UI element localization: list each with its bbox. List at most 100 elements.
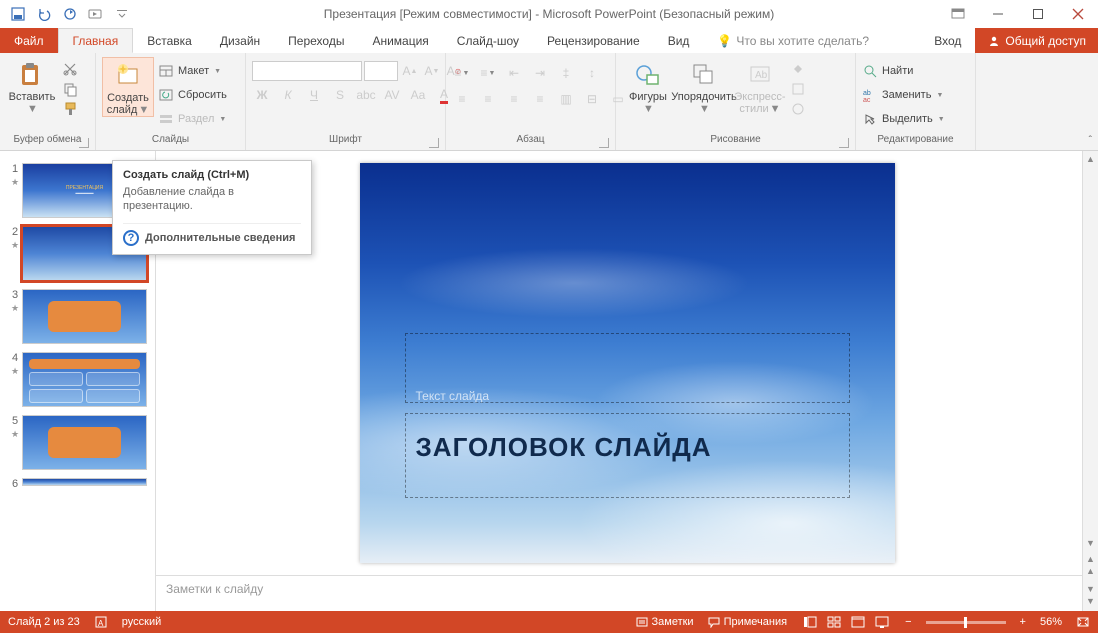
zoom-out-button[interactable]: − xyxy=(905,616,911,628)
tab-design[interactable]: Дизайн xyxy=(206,28,274,53)
text-direction-icon[interactable]: ↕ xyxy=(582,63,602,83)
layout-button[interactable]: Макет▼ xyxy=(158,61,227,81)
start-from-beginning-icon[interactable] xyxy=(88,6,104,22)
status-language[interactable]: русский xyxy=(122,616,161,628)
cut-icon[interactable] xyxy=(62,61,78,77)
shape-outline-icon[interactable] xyxy=(790,81,806,97)
thumbnail-5[interactable]: 5★ xyxy=(0,413,155,476)
tooltip-more-link[interactable]: ? Дополнительные сведения xyxy=(123,223,301,246)
tab-transitions[interactable]: Переходы xyxy=(274,28,358,53)
tab-review[interactable]: Рецензирование xyxy=(533,28,654,53)
thumbnail-6[interactable]: 6 xyxy=(0,476,155,496)
minimize-button[interactable] xyxy=(978,0,1018,28)
ribbon-display-options-icon[interactable] xyxy=(938,0,978,28)
columns-icon[interactable]: ▥ xyxy=(556,89,576,109)
tab-view[interactable]: Вид xyxy=(654,28,704,53)
indent-dec-icon[interactable]: ⇤ xyxy=(504,63,524,83)
select-button[interactable]: Выделить▼ xyxy=(862,109,945,129)
arrange-button[interactable]: Упорядочить▼ xyxy=(678,57,730,115)
status-spellcheck-icon[interactable]: A xyxy=(94,615,108,629)
normal-view-icon[interactable] xyxy=(801,614,819,630)
prev-slide-icon2[interactable]: ▲ xyxy=(1086,563,1095,579)
font-size-box[interactable] xyxy=(364,61,398,81)
align-left-icon[interactable]: ≡ xyxy=(452,89,472,109)
zoom-in-button[interactable]: + xyxy=(1020,616,1026,628)
justify-icon[interactable]: ≡ xyxy=(530,89,550,109)
dialog-launcher-icon[interactable] xyxy=(839,138,849,148)
shape-effects-icon[interactable] xyxy=(790,101,806,117)
redo-icon[interactable] xyxy=(62,6,78,22)
notes-pane[interactable]: Заметки к слайду xyxy=(156,575,1098,611)
format-painter-icon[interactable] xyxy=(62,101,78,117)
shadow-icon[interactable]: abc xyxy=(356,85,376,105)
italic-icon[interactable]: К xyxy=(278,85,298,105)
collapse-ribbon-icon[interactable]: ˆ xyxy=(1089,135,1092,146)
dialog-launcher-icon[interactable] xyxy=(429,138,439,148)
scroll-down-icon[interactable]: ▼ xyxy=(1083,535,1098,551)
spacing-icon[interactable]: AV xyxy=(382,85,402,105)
status-comments-button[interactable]: Примечания xyxy=(708,616,788,628)
window-title: Презентация [Режим совместимости] - Micr… xyxy=(324,7,774,21)
signin-button[interactable]: Вход xyxy=(920,28,975,53)
thumbnail-4[interactable]: 4★ xyxy=(0,350,155,413)
save-icon[interactable] xyxy=(10,6,26,22)
increase-font-icon[interactable]: A▲ xyxy=(400,61,420,81)
zoom-level[interactable]: 56% xyxy=(1040,616,1062,628)
dialog-launcher-icon[interactable] xyxy=(79,138,89,148)
underline-icon[interactable]: Ч xyxy=(304,85,324,105)
title-placeholder[interactable]: ЗАГОЛОВОК СЛАЙДА xyxy=(405,413,850,498)
close-button[interactable] xyxy=(1058,0,1098,28)
tell-me-box[interactable]: 💡Что вы хотите сделать? xyxy=(703,28,883,53)
strike-icon[interactable]: S xyxy=(330,85,350,105)
replace-button[interactable]: abacЗаменить▼ xyxy=(862,85,945,105)
slideshow-view-icon[interactable] xyxy=(873,614,891,630)
fit-to-window-icon[interactable] xyxy=(1076,616,1090,628)
bullets-icon[interactable]: ≡▼ xyxy=(452,63,472,83)
section-label: Раздел xyxy=(178,113,214,125)
section-button[interactable]: Раздел▼ xyxy=(158,109,227,129)
copy-icon[interactable] xyxy=(62,81,78,97)
share-button[interactable]: Общий доступ xyxy=(975,28,1098,53)
shapes-button[interactable]: Фигуры▼ xyxy=(622,57,674,115)
zoom-thumb[interactable] xyxy=(964,617,967,628)
slide[interactable]: Текст слайда ЗАГОЛОВОК СЛАЙДА xyxy=(360,163,895,563)
font-name-box[interactable] xyxy=(252,61,362,81)
qat-customize-icon[interactable] xyxy=(114,6,130,22)
reading-view-icon[interactable] xyxy=(849,614,867,630)
tab-file[interactable]: Файл xyxy=(0,28,58,53)
status-slide-number[interactable]: Слайд 2 из 23 xyxy=(8,616,80,628)
paste-label: Вставить xyxy=(9,91,56,103)
sorter-view-icon[interactable] xyxy=(825,614,843,630)
quick-styles-button[interactable]: Ab Экспресс- стили▼ xyxy=(734,57,786,115)
next-slide-icon2[interactable]: ▼ xyxy=(1086,593,1095,609)
vertical-scrollbar[interactable]: ▲ ▼ ▲ ▲ ▼ ▼ xyxy=(1082,151,1098,611)
indent-inc-icon[interactable]: ⇥ xyxy=(530,63,550,83)
thumbnail-3[interactable]: 3★ xyxy=(0,287,155,350)
align-right-icon[interactable]: ≡ xyxy=(504,89,524,109)
change-case-icon[interactable]: Aa xyxy=(408,85,428,105)
undo-icon[interactable] xyxy=(36,6,52,22)
bold-icon[interactable]: Ж xyxy=(252,85,272,105)
align-text-icon[interactable]: ⊟ xyxy=(582,89,602,109)
maximize-button[interactable] xyxy=(1018,0,1058,28)
tab-insert[interactable]: Вставка xyxy=(133,28,206,53)
scroll-up-icon[interactable]: ▲ xyxy=(1083,151,1098,167)
status-notes-button[interactable]: Заметки xyxy=(636,616,694,628)
decrease-font-icon[interactable]: A▼ xyxy=(422,61,442,81)
title-text: ЗАГОЛОВОК СЛАЙДА xyxy=(416,432,712,462)
tab-animation[interactable]: Анимация xyxy=(358,28,442,53)
svg-text:ac: ac xyxy=(863,97,871,102)
reset-button[interactable]: Сбросить xyxy=(158,85,227,105)
tab-slideshow[interactable]: Слайд-шоу xyxy=(443,28,533,53)
dialog-launcher-icon[interactable] xyxy=(599,138,609,148)
tab-home[interactable]: Главная xyxy=(58,28,134,53)
paste-button[interactable]: Вставить ▼ xyxy=(6,57,58,115)
line-spacing-icon[interactable]: ‡ xyxy=(556,63,576,83)
numbering-icon[interactable]: ≡▼ xyxy=(478,63,498,83)
align-center-icon[interactable]: ≡ xyxy=(478,89,498,109)
shape-fill-icon[interactable] xyxy=(790,61,806,77)
find-button[interactable]: Найти xyxy=(862,61,945,81)
new-slide-button[interactable]: Создать слайд▼ xyxy=(102,57,154,117)
zoom-slider[interactable] xyxy=(926,621,1006,624)
subtitle-placeholder[interactable]: Текст слайда xyxy=(405,333,850,403)
